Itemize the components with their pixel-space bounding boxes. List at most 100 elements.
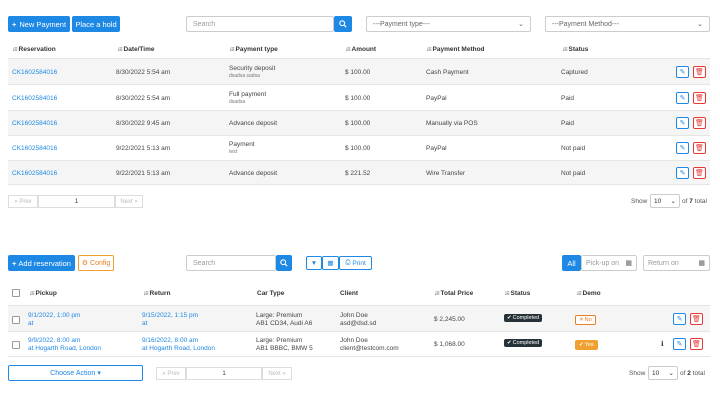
return-date[interactable]: 9/15/2022, 1:15 pm [142,312,198,319]
delete-button[interactable]: 🗑 [693,66,706,78]
next-page-button[interactable]: Next » [262,367,292,380]
delete-button[interactable]: 🗑 [693,167,706,179]
sort-icon: ↓≡ [426,46,431,53]
return-on-input[interactable]: Return on ▦ [643,255,710,271]
row-checkbox[interactable] [12,341,20,349]
trash-icon: 🗑 [695,69,704,76]
col-label: Car Type [257,290,285,297]
page-input[interactable]: 1 [186,367,262,380]
page-input[interactable]: 1 [38,195,115,208]
reservations-search-input[interactable]: Search [186,255,276,271]
delete-button[interactable]: 🗑 [693,142,706,154]
col-return[interactable]: ↓≡ Return [143,290,170,297]
reservation-link[interactable]: CK1602584016 [12,120,57,127]
col-amount[interactable]: ↓≡ Amount [345,46,376,53]
return-location[interactable]: at [142,320,147,327]
edit-button[interactable]: ✎ [673,338,686,350]
payment-status: Paid [561,120,575,127]
all-filter-button[interactable]: All [562,255,581,271]
page-size-select[interactable]: 10 ⌄ [650,194,680,208]
col-total-price[interactable]: ↓≡ Total Price [434,290,473,297]
add-reservation-button[interactable]: + Add reservation [8,255,75,271]
next-page-button[interactable]: Next » [115,195,143,208]
prev-page-button[interactable]: « Prev [8,195,38,208]
col-label: Status [568,46,589,53]
show-label: Show [629,370,646,377]
new-payment-button[interactable]: + New Payment [8,16,70,32]
info-icon[interactable]: ℹ [661,340,664,348]
check-icon: ✔ [507,340,512,346]
prev-page-button[interactable]: « Prev [156,367,186,380]
pickup-location[interactable]: at Hogarth Road, London [28,345,101,352]
return-date[interactable]: 9/16/2022, 8:00 am [142,337,198,344]
table-row: CK1602584016 9/22/2021 5:13 am Advance d… [8,160,710,185]
car-class: Large: Premium [256,312,303,319]
print-button[interactable]: ⎙ Print [339,256,372,270]
choose-action-select[interactable]: Choose Action ▾ [8,365,143,381]
filter-icon: ▼ [310,259,318,267]
sort-icon: ↓≡ [229,46,234,53]
client-email: client@testcom.com [340,345,399,352]
pickup-on-input[interactable]: Pick-up on ▦ [581,255,637,271]
page-size-select[interactable]: 10 ⌄ [648,366,678,380]
payment-method: Cash Payment [426,69,469,76]
sort-icon: ↓≡ [143,290,148,297]
edit-button[interactable]: ✎ [676,117,689,129]
edit-button[interactable]: ✎ [676,167,689,179]
payment-method-select[interactable]: ---Payment Method--- ⌄ [545,16,710,32]
filter-button[interactable]: ▼ [306,256,322,270]
pickup-date[interactable]: 9/1/2022, 1:00 pm [28,312,80,319]
col-car-type[interactable]: Car Type [257,290,284,297]
config-button[interactable]: ⚙ Config [78,255,114,271]
sort-icon: ↓≡ [29,290,34,297]
client-email: asd@dsd.sd [340,320,377,327]
col-status[interactable]: ↓≡ Status [504,290,530,297]
add-reservation-label: Add reservation [18,258,71,268]
reservations-search-button[interactable] [276,255,292,271]
col-client[interactable]: Client [340,290,358,297]
delete-button[interactable]: 🗑 [693,92,706,104]
delete-button[interactable]: 🗑 [690,338,703,350]
col-reservation[interactable]: ↓≡ Reservation [12,46,56,53]
col-pickup[interactable]: ↓≡ Pickup [29,290,57,297]
col-payment-method[interactable]: ↓≡ Payment Method [426,46,485,53]
delete-button[interactable]: 🗑 [690,313,703,325]
calendar-view-button[interactable]: ▦ [322,256,339,270]
total-price: $ 1,068.00 [434,341,465,348]
page-size-value: 10 [654,197,662,205]
place-hold-label: Place a hold [75,19,117,29]
edit-button[interactable]: ✎ [676,92,689,104]
payment-datetime: 9/22/2021 5:13 am [116,170,171,177]
payments-search-button[interactable] [334,16,352,32]
reservation-link[interactable]: CK1602584016 [12,69,57,76]
payment-status: Not paid [561,145,586,152]
delete-button[interactable]: 🗑 [693,117,706,129]
payment-datetime: 9/22/2021 5:13 am [116,145,171,152]
select-all-checkbox[interactable] [12,289,20,297]
pencil-icon: ✎ [679,69,686,76]
edit-button[interactable]: ✎ [673,313,686,325]
col-datetime[interactable]: ↓≡ Date/Time [117,46,154,53]
reservation-link[interactable]: CK1602584016 [12,95,57,102]
reservation-link[interactable]: CK1602584016 [12,170,57,177]
place-hold-button[interactable]: Place a hold [72,16,120,32]
edit-button[interactable]: ✎ [676,66,689,78]
payment-type-note: test [229,149,238,155]
row-checkbox[interactable] [12,316,20,324]
return-location[interactable]: at Hogarth Road, London [142,345,215,352]
payments-search-input[interactable]: Search [186,16,334,32]
search-placeholder: Search [193,259,216,267]
new-payment-label: New Payment [19,19,67,29]
col-label: Reservation [18,46,56,53]
col-payment-type[interactable]: ↓≡ Payment type [229,46,278,53]
col-demo[interactable]: ↓≡ Demo [576,290,601,297]
plus-icon: + [11,19,17,29]
edit-button[interactable]: ✎ [676,142,689,154]
pickup-location[interactable]: at [28,320,33,327]
col-status[interactable]: ↓≡ Status [562,46,588,53]
reservation-link[interactable]: CK1602584016 [12,145,57,152]
col-label: Payment Method [432,46,485,53]
payment-type-select[interactable]: ---Payment type--- ⌄ [366,16,531,32]
client-name: John Doe [340,312,368,319]
pickup-date[interactable]: 9/9/2022, 8:00 am [28,337,80,344]
